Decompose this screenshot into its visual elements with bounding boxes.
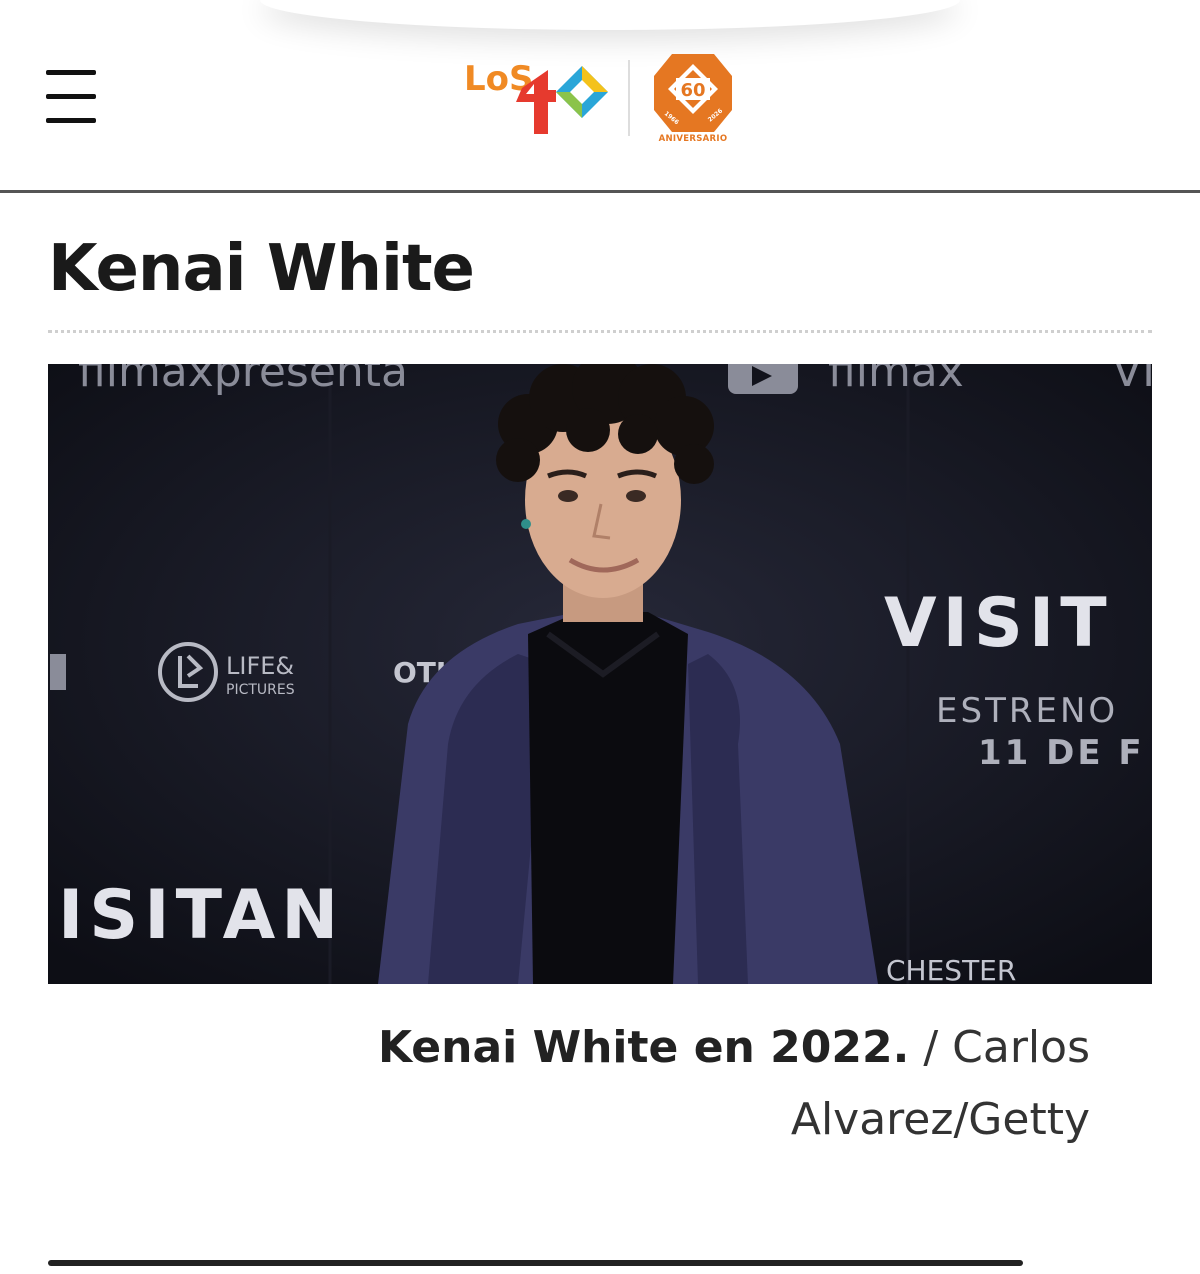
next-paragraph-peek — [48, 1254, 1108, 1274]
anniversary-badge-icon: 60 1966 2026 — [654, 54, 732, 132]
backdrop-vi: VI — [1112, 364, 1152, 397]
logo-divider — [628, 60, 630, 136]
backdrop-life-pictures: LIFE& — [226, 652, 294, 680]
site-logo[interactable]: LoS 60 1966 2026 ANIVERSARIO — [460, 50, 750, 150]
title-dotted-divider — [48, 330, 1152, 333]
hamburger-menu-icon[interactable] — [46, 70, 98, 126]
anniversary-label: ANIVERSARIO — [658, 134, 728, 144]
article-photo[interactable]: filmaxpresenta filmax VI LIFE& PICTURES … — [48, 364, 1152, 984]
backdrop-filmaxpresenta: filmaxpresenta — [78, 364, 408, 397]
backdrop-fecha: 11 DE F — [978, 733, 1145, 773]
photo-illustration: filmaxpresenta filmax VI LIFE& PICTURES … — [48, 364, 1152, 984]
anniversary-number: 60 — [680, 80, 705, 101]
backdrop-visitante-left: ISITAN — [58, 876, 344, 955]
header-shadow — [260, 0, 960, 30]
backdrop-estreno: ESTRENO — [936, 691, 1118, 731]
backdrop-filmax: filmax — [828, 364, 964, 397]
article-title: Kenai White — [48, 232, 475, 306]
backdrop-visitante-right: VISIT — [884, 584, 1113, 663]
header-divider — [0, 190, 1200, 193]
backdrop-chester: CHESTER — [886, 954, 1016, 984]
caption-text: Kenai White en 2022. — [377, 1022, 910, 1073]
backdrop-pictures: PICTURES — [226, 682, 295, 698]
los40-logo-icon: LoS — [464, 59, 608, 134]
site-header: LoS 60 1966 2026 ANIVERSARIO — [0, 0, 1200, 190]
photo-caption: Kenai White en 2022. / Carlos Alvarez/Ge… — [330, 1012, 1090, 1156]
